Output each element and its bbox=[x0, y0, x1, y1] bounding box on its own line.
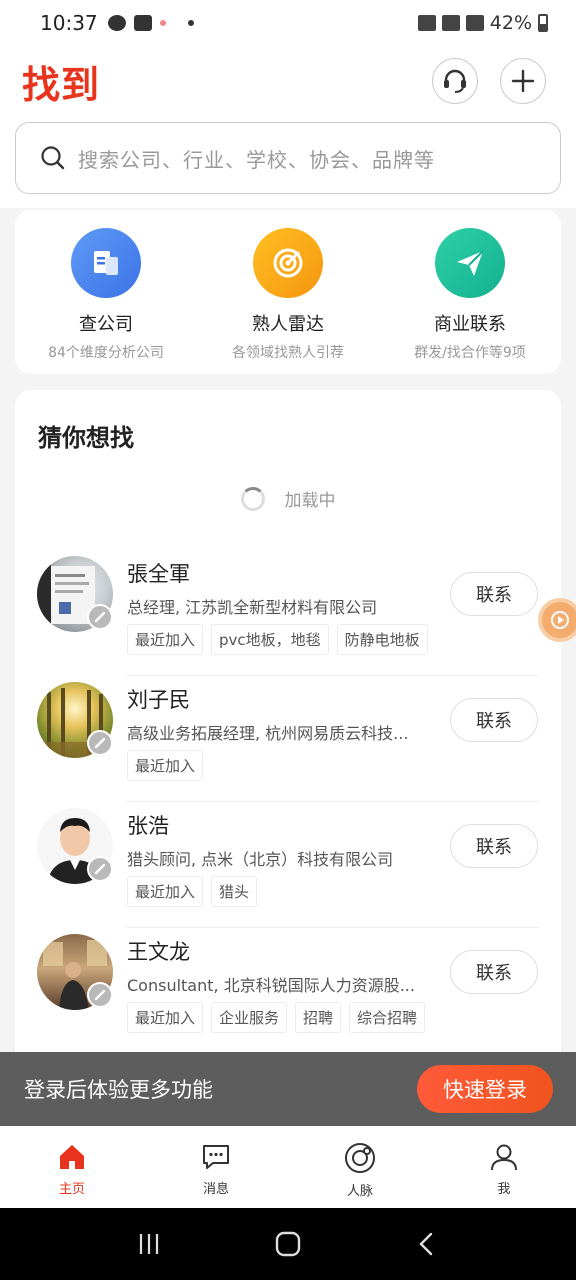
list-item[interactable]: 张浩 猎头顾问, 点米（北京）科技有限公司 最近加入 猎头 联系 bbox=[15, 802, 561, 928]
tag: 综合招聘 bbox=[349, 1002, 426, 1033]
contact-button[interactable]: 联系 bbox=[450, 950, 538, 994]
shortcut-subtitle: 各领域找熟人引荐 bbox=[232, 345, 344, 361]
battery-percent: 42% bbox=[489, 12, 532, 34]
tag: 最近加入 bbox=[127, 624, 204, 655]
spinner-icon bbox=[240, 486, 265, 511]
plus-icon bbox=[511, 69, 535, 93]
mute-icon bbox=[417, 15, 436, 31]
customer-service-button[interactable] bbox=[432, 58, 478, 104]
tag-list: 最近加入 企业服务 招聘 综合招聘 bbox=[127, 1002, 426, 1033]
list-item[interactable]: 刘子民 高级业务拓展经理, 杭州网易质云科技... 最近加入 联系 bbox=[15, 676, 561, 802]
tab-profile[interactable]: 我 bbox=[432, 1126, 576, 1208]
person-title: 总经理, 江苏凯全新型材料有限公司 bbox=[127, 598, 378, 617]
verified-badge-icon bbox=[87, 856, 113, 882]
tag: pvc地板，地毯 bbox=[211, 624, 329, 655]
tag: 猎头 bbox=[211, 876, 258, 907]
list-item[interactable]: 王文龙 Consultant, 北京科锐国际人力资源股... 最近加入 企业服务… bbox=[15, 928, 561, 1054]
recommend-section: 猜你想找 加载中 張全軍 总经理, 江苏凯全新型材料有限公司 最近加入 pvc地… bbox=[15, 390, 561, 1090]
verified-badge-icon bbox=[87, 982, 113, 1008]
list-item[interactable]: 張全軍 总经理, 江苏凯全新型材料有限公司 最近加入 pvc地板，地毯 防静电地… bbox=[15, 550, 561, 676]
tag: 最近加入 bbox=[127, 1002, 204, 1033]
shortcut-subtitle: 群发/找合作等9项 bbox=[414, 345, 526, 361]
back-icon[interactable] bbox=[413, 1230, 441, 1258]
section-title: 猜你想找 bbox=[38, 424, 134, 452]
more-dot-icon bbox=[187, 20, 194, 26]
tag-list: 最近加入 bbox=[127, 750, 204, 781]
tag: 最近加入 bbox=[127, 750, 204, 781]
search-placeholder: 搜索公司、行业、学校、协会、品牌等 bbox=[78, 147, 435, 172]
shortcut-title: 商业联系 bbox=[434, 314, 506, 335]
bottom-tab-bar: 主页 消息 人脉 我 bbox=[0, 1126, 576, 1208]
recent-apps-icon[interactable] bbox=[135, 1230, 163, 1258]
tab-home[interactable]: 主页 bbox=[0, 1126, 144, 1208]
person-title: 高级业务拓展经理, 杭州网易质云科技... bbox=[127, 724, 409, 743]
system-navigation-bar bbox=[0, 1208, 576, 1280]
home-button-icon[interactable] bbox=[273, 1229, 303, 1259]
wifi-icon bbox=[441, 15, 460, 31]
person-name: 张浩 bbox=[127, 814, 169, 838]
person-name: 刘子民 bbox=[127, 688, 190, 712]
tag-list: 最近加入 pvc地板，地毯 防静电地板 bbox=[127, 624, 428, 655]
message-icon bbox=[203, 1145, 229, 1169]
tag-list: 最近加入 猎头 bbox=[127, 876, 258, 907]
loading-indicator: 加载中 bbox=[15, 486, 561, 511]
search-icon bbox=[41, 146, 65, 170]
quick-login-button[interactable]: 快速登录 bbox=[417, 1065, 553, 1113]
tab-network[interactable]: 人脉 bbox=[288, 1126, 432, 1208]
shortcut-business-contact[interactable]: 商业联系 群发/找合作等9项 bbox=[379, 210, 561, 374]
signal-icon bbox=[465, 15, 484, 31]
status-right: 42% bbox=[417, 12, 548, 34]
tab-label: 我 bbox=[497, 1182, 511, 1197]
person-name: 王文龙 bbox=[127, 940, 190, 964]
login-banner: 登录后体验更多功能 快速登录 bbox=[0, 1052, 576, 1126]
verified-badge-icon bbox=[87, 730, 113, 756]
login-prompt: 登录后体验更多功能 bbox=[24, 1078, 213, 1102]
shortcut-title: 查公司 bbox=[79, 314, 133, 335]
tab-label: 主页 bbox=[58, 1182, 85, 1197]
target-icon bbox=[253, 228, 323, 298]
network-icon bbox=[345, 1143, 375, 1173]
tag: 防静电地板 bbox=[336, 624, 428, 655]
shortcut-subtitle: 84个维度分析公司 bbox=[48, 345, 164, 361]
shortcut-check-company[interactable]: 查公司 84个维度分析公司 bbox=[15, 210, 197, 374]
floating-assistant-button[interactable] bbox=[538, 598, 576, 642]
shortcut-acquaintance-radar[interactable]: 熟人雷达 各领域找熟人引荐 bbox=[197, 210, 379, 374]
shortcut-title: 熟人雷达 bbox=[252, 314, 324, 335]
tag: 企业服务 bbox=[211, 1002, 288, 1033]
home-icon bbox=[60, 1145, 84, 1169]
headset-icon bbox=[444, 69, 466, 93]
tab-label: 消息 bbox=[202, 1182, 229, 1197]
tab-messages[interactable]: 消息 bbox=[144, 1126, 288, 1208]
verified-badge-icon bbox=[87, 604, 113, 630]
status-bar: 10:37 42% bbox=[0, 0, 576, 46]
play-icon bbox=[551, 611, 569, 629]
contact-button[interactable]: 联系 bbox=[450, 824, 538, 868]
person-name: 張全軍 bbox=[127, 562, 190, 586]
app-notification-icon bbox=[159, 20, 166, 26]
person-title: Consultant, 北京科锐国际人力资源股... bbox=[127, 976, 415, 995]
contact-button[interactable]: 联系 bbox=[450, 572, 538, 616]
tab-label: 人脉 bbox=[346, 1184, 373, 1199]
tag: 最近加入 bbox=[127, 876, 204, 907]
notification-icons bbox=[107, 15, 194, 31]
loading-text: 加载中 bbox=[284, 491, 336, 511]
shortcut-panel: 查公司 84个维度分析公司 熟人雷达 各领域找熟人引荐 商业联系 群发/找合作等… bbox=[15, 210, 561, 374]
profile-icon bbox=[491, 1144, 517, 1171]
person-title: 猎头顾问, 点米（北京）科技有限公司 bbox=[127, 850, 394, 869]
status-time: 10:37 bbox=[40, 11, 98, 35]
document-icon bbox=[71, 228, 141, 298]
app-title: 找到 bbox=[22, 63, 101, 107]
search-section: 搜索公司、行业、学校、协会、品牌等 bbox=[0, 118, 576, 208]
add-button[interactable] bbox=[500, 58, 546, 104]
tag: 招聘 bbox=[295, 1002, 342, 1033]
app-header: 找到 bbox=[0, 46, 576, 118]
battery-icon bbox=[538, 14, 548, 32]
image-icon bbox=[133, 15, 152, 31]
cloud-icon bbox=[107, 15, 126, 31]
send-icon bbox=[435, 228, 505, 298]
contact-button[interactable]: 联系 bbox=[450, 698, 538, 742]
search-input[interactable]: 搜索公司、行业、学校、协会、品牌等 bbox=[15, 122, 561, 194]
